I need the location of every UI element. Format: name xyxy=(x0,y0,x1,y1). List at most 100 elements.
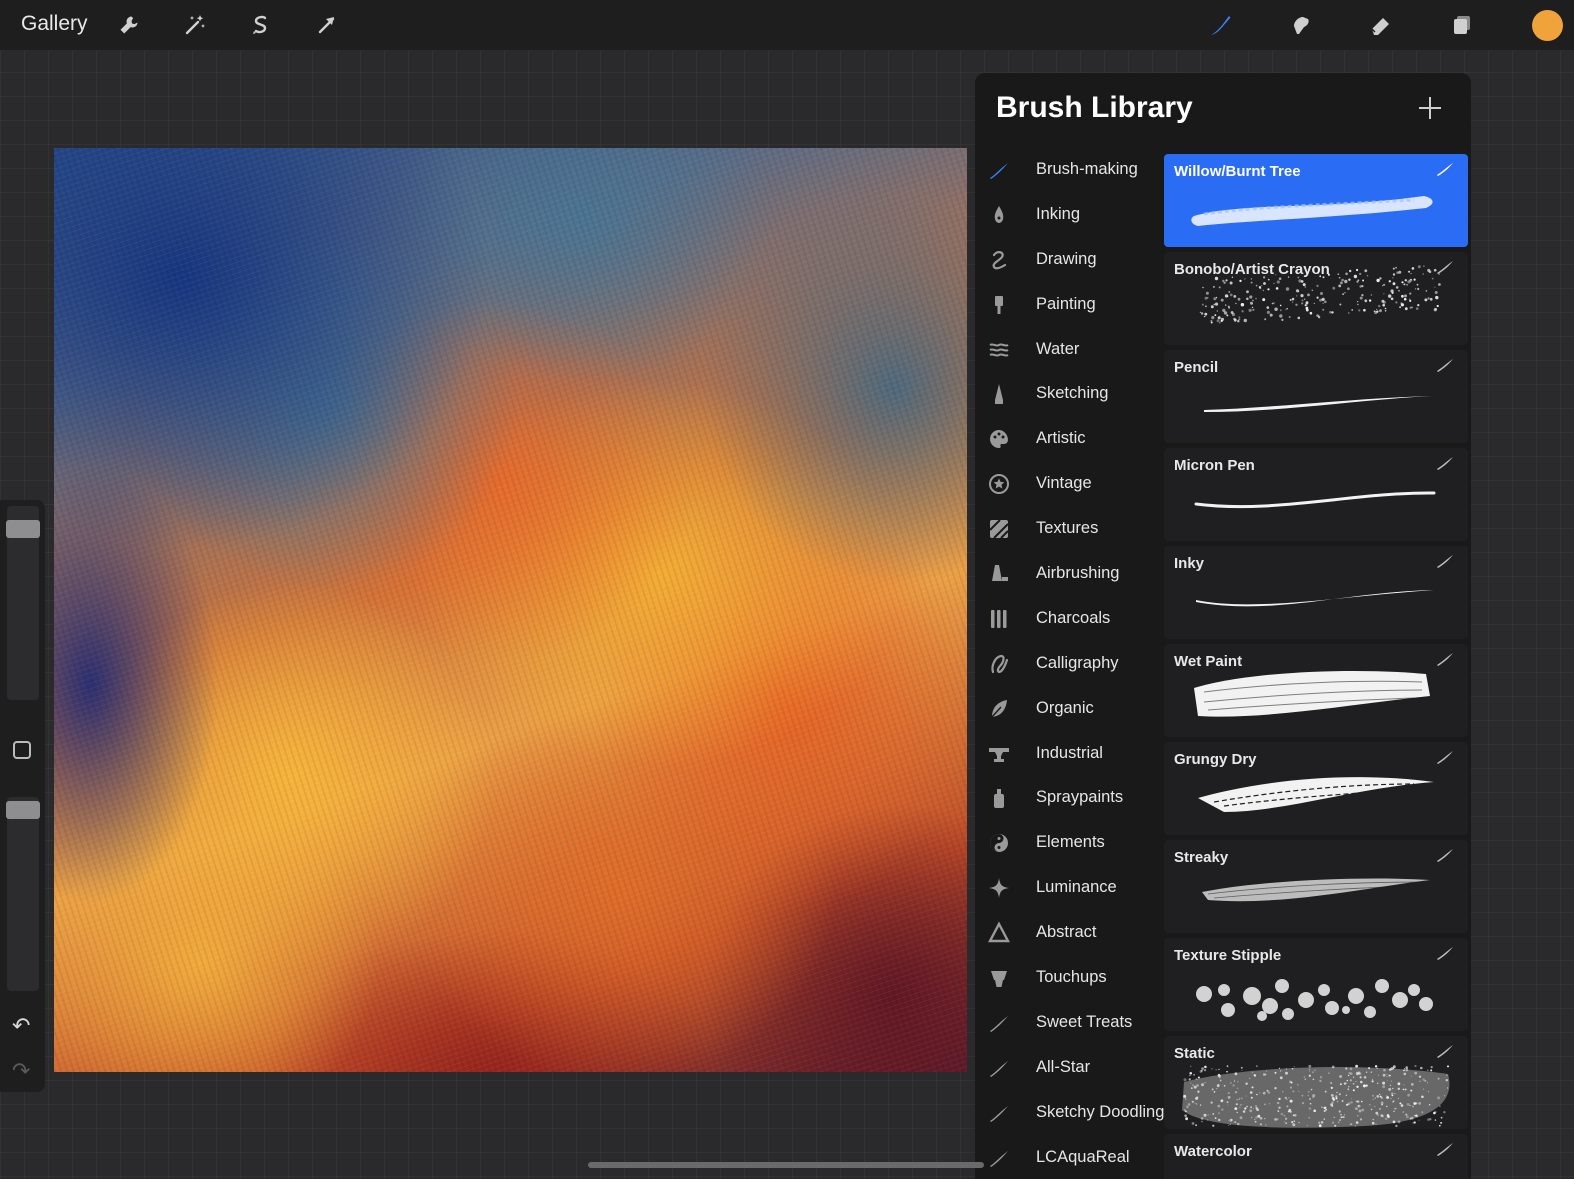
modify-button[interactable] xyxy=(13,741,31,759)
panel-title: Brush Library xyxy=(996,91,1193,125)
brush-name: Bonobo/Artist Crayon xyxy=(1174,261,1330,278)
brush-set-label: Calligraphy xyxy=(1036,654,1119,673)
brush-set-painting[interactable]: Painting xyxy=(975,282,1161,327)
touchup-icon xyxy=(987,966,1011,990)
brush-item[interactable]: Static xyxy=(1164,1036,1468,1129)
brush-item[interactable]: Watercolor xyxy=(1164,1134,1468,1179)
ink-drop-icon xyxy=(987,203,1011,227)
leaf-icon xyxy=(987,697,1011,721)
brush-name: Pencil xyxy=(1174,359,1218,376)
brush-item[interactable]: Micron Pen xyxy=(1164,448,1468,541)
brush-set-label: Sweet Treats xyxy=(1036,1013,1132,1032)
brush-set-charcoals[interactable]: Charcoals xyxy=(975,596,1161,641)
brush-set-label: Airbrushing xyxy=(1036,564,1119,583)
transform-arrow-icon[interactable] xyxy=(309,7,345,43)
calligraphy-icon xyxy=(987,652,1011,676)
brush-set-label: Painting xyxy=(1036,295,1096,314)
brush-set-sketching[interactable]: Sketching xyxy=(975,371,1161,416)
undo-icon[interactable]: ↶ xyxy=(12,1013,30,1039)
wrench-icon[interactable] xyxy=(111,7,147,43)
brush-stroke-icon xyxy=(1436,848,1454,862)
brush-set-calligraphy[interactable]: Calligraphy xyxy=(975,641,1161,686)
brush-library-panel: Brush Library Brush-making Inking Drawing P… xyxy=(975,73,1471,1179)
brush-name: Inky xyxy=(1174,555,1204,572)
brush-set-label: Brush-making xyxy=(1036,160,1138,179)
brush-item[interactable]: Texture Stipple xyxy=(1164,938,1468,1031)
brush-set-vintage[interactable]: Vintage xyxy=(975,461,1161,506)
brush-stroke-icon xyxy=(1436,1044,1454,1058)
brush-stroke-icon xyxy=(1436,750,1454,764)
brush-item[interactable]: Pencil xyxy=(1164,350,1468,443)
brush-set-label: Elements xyxy=(1036,833,1105,852)
brush-item[interactable]: Willow/Burnt Tree xyxy=(1164,154,1468,247)
brush-name: Static xyxy=(1174,1045,1215,1062)
brush-set-label: Sketchy Doodling xyxy=(1036,1103,1164,1122)
brush-stroke-icon xyxy=(987,1056,1011,1080)
brush-set-textures[interactable]: Textures xyxy=(975,506,1161,551)
redo-icon[interactable]: ↷ xyxy=(12,1058,30,1084)
brush-stroke-icon xyxy=(987,158,1011,182)
brush-stroke-icon xyxy=(987,1146,1011,1170)
brush-size-thumb[interactable] xyxy=(6,520,40,538)
brush-set-organic[interactable]: Organic xyxy=(975,686,1161,731)
brush-set-label: Artistic xyxy=(1036,429,1086,448)
opacity-slider[interactable] xyxy=(7,797,39,991)
brush-set-all-star[interactable]: All-Star xyxy=(975,1045,1161,1090)
gallery-button[interactable]: Gallery xyxy=(21,12,88,36)
brush-stroke-icon xyxy=(987,1101,1011,1125)
brush-stroke-icon xyxy=(1436,358,1454,372)
brush-set-industrial[interactable]: Industrial xyxy=(975,731,1161,776)
painting-canvas[interactable] xyxy=(54,148,967,1072)
brush-set-brush-making[interactable]: Brush-making xyxy=(975,147,1161,192)
brush-item[interactable]: Wet Paint xyxy=(1164,644,1468,737)
brush-set-list: Brush-making Inking Drawing Painting Water Sk… xyxy=(975,147,1161,1179)
brush-set-drawing[interactable]: Drawing xyxy=(975,237,1161,282)
brush-set-airbrushing[interactable]: Airbrushing xyxy=(975,551,1161,596)
brush-set-luminance[interactable]: Luminance xyxy=(975,865,1161,910)
brush-set-sweet-treats[interactable]: Sweet Treats xyxy=(975,1000,1161,1045)
brush-item[interactable]: Inky xyxy=(1164,546,1468,639)
brush-item[interactable]: Streaky xyxy=(1164,840,1468,933)
brush-icon[interactable] xyxy=(1203,7,1239,43)
triangle-icon xyxy=(987,921,1011,945)
brush-name: Texture Stipple xyxy=(1174,947,1281,964)
brush-set-water[interactable]: Water xyxy=(975,327,1161,372)
brush-set-label: Textures xyxy=(1036,519,1098,538)
sparkle-icon xyxy=(987,876,1011,900)
home-indicator xyxy=(588,1162,984,1168)
brush-set-inking[interactable]: Inking xyxy=(975,192,1161,237)
brush-set-abstract[interactable]: Abstract xyxy=(975,910,1161,955)
left-sidebar: ↶ ↷ xyxy=(0,500,45,1092)
layers-icon[interactable] xyxy=(1444,7,1480,43)
brush-item[interactable]: Bonobo/Artist Crayon xyxy=(1164,252,1468,345)
brush-stroke-icon xyxy=(1436,1142,1454,1156)
brush-stroke-icon xyxy=(1436,652,1454,666)
brush-set-elements[interactable]: Elements xyxy=(975,820,1161,865)
brush-set-label: Drawing xyxy=(1036,250,1097,269)
selection-icon[interactable] xyxy=(243,7,279,43)
brush-item[interactable]: Grungy Dry xyxy=(1164,742,1468,835)
brush-set-artistic[interactable]: Artistic xyxy=(975,416,1161,461)
magic-wand-icon[interactable] xyxy=(177,7,213,43)
water-waves-icon xyxy=(987,338,1011,362)
star-badge-icon xyxy=(987,472,1011,496)
brush-stroke-icon xyxy=(1436,946,1454,960)
brush-set-lcaquareal[interactable]: LCAquaReal xyxy=(975,1135,1161,1179)
brush-stroke-preview xyxy=(1164,546,1468,639)
palette-icon xyxy=(987,427,1011,451)
color-picker-button[interactable] xyxy=(1532,10,1563,41)
top-toolbar: Gallery xyxy=(0,0,1574,50)
plus-icon[interactable] xyxy=(1415,93,1445,123)
brush-set-sketchy-doodling[interactable]: Sketchy Doodling xyxy=(975,1090,1161,1135)
brush-set-spraypaints[interactable]: Spraypaints xyxy=(975,775,1161,820)
brush-stroke-icon xyxy=(1436,260,1454,274)
eraser-icon[interactable] xyxy=(1363,7,1399,43)
brush-set-label: Vintage xyxy=(1036,474,1092,493)
brush-set-label: Spraypaints xyxy=(1036,788,1123,807)
brush-set-touchups[interactable]: Touchups xyxy=(975,955,1161,1000)
brush-set-label: Sketching xyxy=(1036,384,1108,403)
brush-name: Watercolor xyxy=(1174,1143,1252,1160)
opacity-thumb[interactable] xyxy=(6,801,40,819)
brush-stroke-icon xyxy=(987,1011,1011,1035)
smudge-icon[interactable] xyxy=(1283,7,1319,43)
